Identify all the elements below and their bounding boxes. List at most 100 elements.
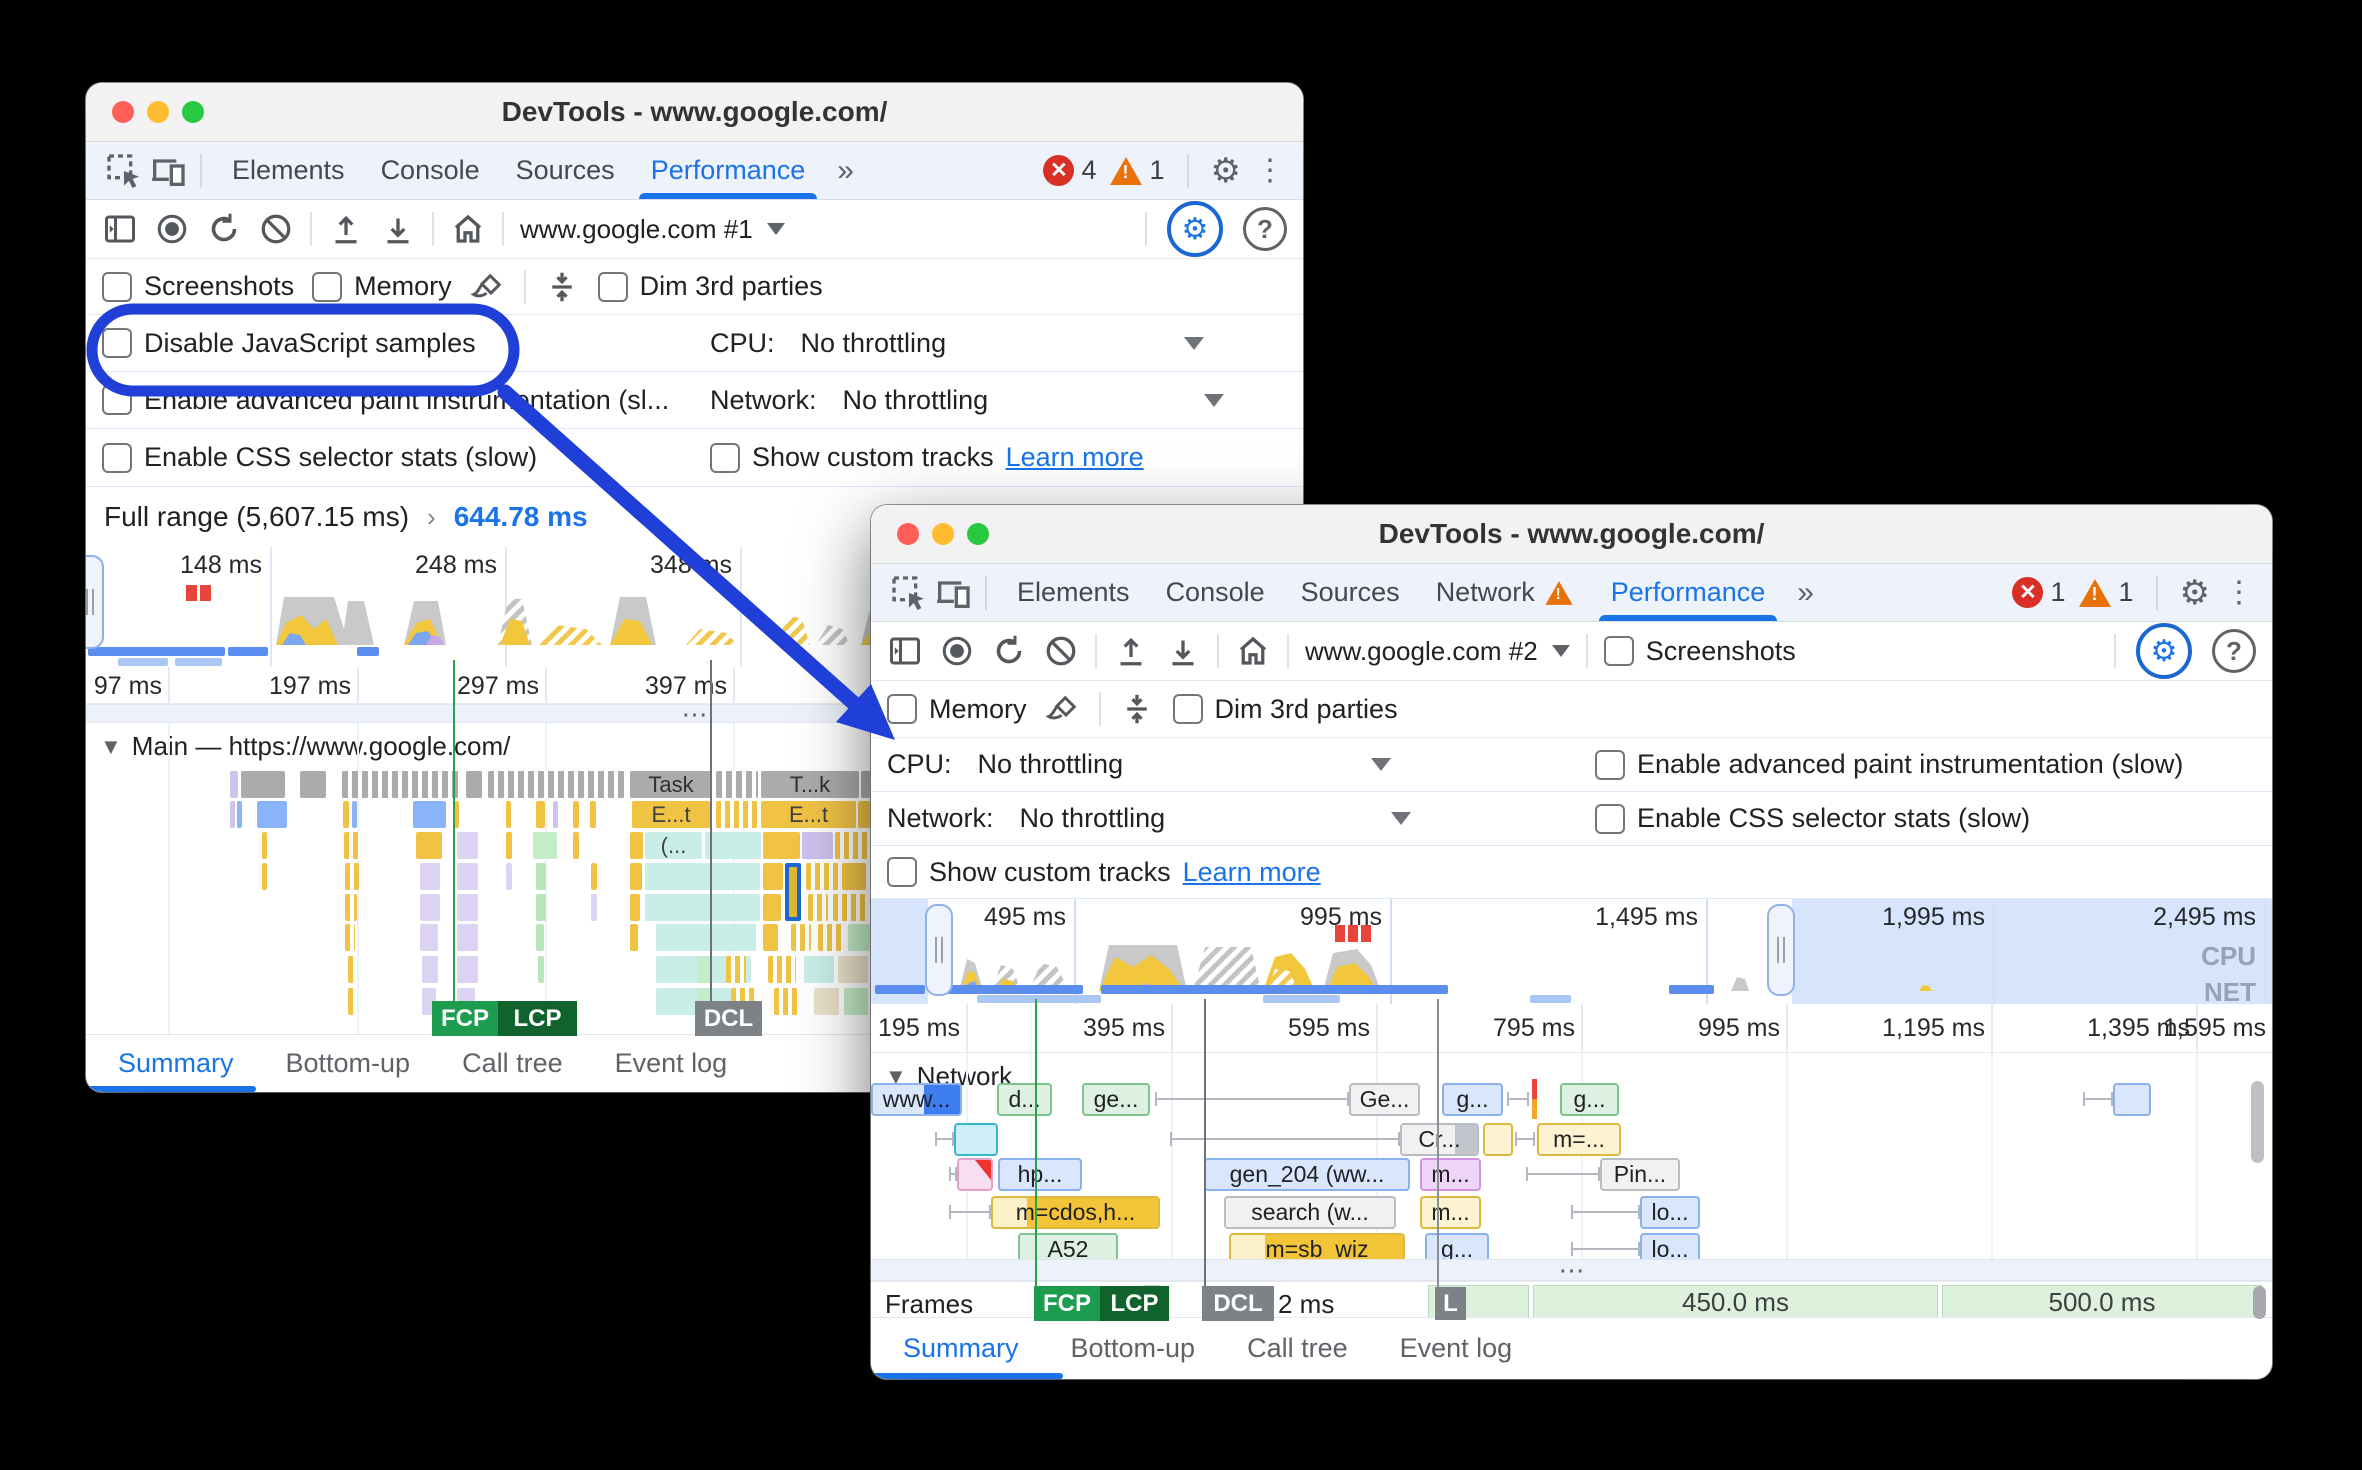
tab-event-log[interactable]: Event log	[1374, 1333, 1539, 1364]
load-profile-icon[interactable]	[328, 211, 364, 247]
network-request[interactable]: ge...	[1082, 1083, 1150, 1116]
tab-elements[interactable]: Elements	[999, 564, 1148, 621]
network-request[interactable]: gen_204 (ww...	[1204, 1158, 1410, 1191]
tab-network[interactable]: Network	[1418, 564, 1593, 621]
help-icon[interactable]: ?	[1243, 207, 1287, 251]
target-selector[interactable]: www.google.com #2	[1305, 636, 1570, 667]
scrollbar-thumb[interactable]	[2253, 1286, 2266, 1319]
tab-console[interactable]: Console	[363, 142, 498, 199]
warning-badge[interactable]: 1	[1110, 155, 1164, 186]
inspect-icon[interactable]	[889, 573, 929, 613]
selected-event[interactable]	[785, 863, 801, 921]
disable-js-samples-checkbox[interactable]: Disable JavaScript samples	[102, 328, 476, 359]
learn-more-link[interactable]: Learn more	[1006, 442, 1144, 473]
network-request[interactable]: m...	[1420, 1196, 1481, 1229]
network-request[interactable]: www...	[871, 1083, 962, 1116]
device-toolbar-icon[interactable]	[148, 151, 188, 191]
anonymous-fn-bar[interactable]: (...	[645, 832, 702, 859]
more-tabs-icon[interactable]: »	[827, 154, 864, 188]
task-bar[interactable]: T...k	[761, 771, 859, 798]
pane-splitter[interactable]: ⋯	[871, 1259, 2272, 1281]
memory-checkbox[interactable]: Memory	[312, 271, 452, 302]
record-icon[interactable]	[939, 633, 975, 669]
timeline-overview[interactable]: 495 ms995 ms1,495 ms1,995 ms2,495 msCPUN…	[871, 899, 2272, 1004]
network-request[interactable]: lo...	[1640, 1233, 1700, 1259]
show-custom-tracks-checkbox[interactable]: Show custom tracks Learn more	[710, 442, 1144, 473]
garbage-collect-icon[interactable]	[470, 269, 506, 305]
paint-instrumentation-checkbox[interactable]: Enable advanced paint instrumentation (s…	[1595, 749, 2183, 780]
record-icon[interactable]	[154, 211, 190, 247]
network-request[interactable]: g...	[1425, 1233, 1489, 1259]
minimize-button[interactable]	[147, 101, 169, 123]
cpu-throttle-select[interactable]: CPU: No throttling	[710, 328, 946, 359]
warning-badge[interactable]: 1	[2079, 577, 2133, 608]
tab-event-log[interactable]: Event log	[589, 1048, 754, 1079]
network-track[interactable]: ▼ Network www...d...ge...Ge...g...g...Cr…	[871, 1053, 2272, 1259]
dim-3rd-parties-checkbox[interactable]: Dim 3rd parties	[598, 271, 823, 302]
css-selector-stats-checkbox[interactable]: Enable CSS selector stats (slow)	[1595, 803, 2030, 834]
network-request[interactable]: g...	[1442, 1083, 1503, 1116]
dim-3rd-parties-checkbox[interactable]: Dim 3rd parties	[1173, 694, 1398, 725]
save-profile-icon[interactable]	[1165, 633, 1201, 669]
zoom-button[interactable]	[182, 101, 204, 123]
range-handle-left[interactable]	[86, 555, 104, 649]
network-request[interactable]: d...	[997, 1083, 1052, 1116]
network-request[interactable]: m=cdos,h...	[991, 1196, 1160, 1229]
toggle-sidebar-icon[interactable]	[102, 211, 138, 247]
tab-call-tree[interactable]: Call tree	[436, 1048, 589, 1079]
task-bar[interactable]: Task	[630, 771, 712, 798]
range-handle-left[interactable]	[925, 904, 953, 996]
network-request[interactable]	[957, 1158, 993, 1191]
tab-call-tree[interactable]: Call tree	[1221, 1333, 1374, 1364]
network-request[interactable]: hp...	[998, 1158, 1082, 1191]
network-request[interactable]	[2113, 1083, 2151, 1116]
close-button[interactable]	[897, 523, 919, 545]
device-toolbar-icon[interactable]	[933, 573, 973, 613]
screenshots-checkbox[interactable]: Screenshots	[1604, 636, 1796, 667]
frame-segment[interactable]: 500.0 ms	[1942, 1285, 2262, 1320]
capture-settings-gear-icon[interactable]: ⚙	[2136, 623, 2192, 679]
reload-and-record-icon[interactable]	[206, 211, 242, 247]
clear-icon[interactable]	[1043, 633, 1079, 669]
network-request[interactable]: m=...	[1537, 1123, 1621, 1156]
network-request[interactable]: m...	[1420, 1158, 1481, 1191]
network-request[interactable]: Pin...	[1600, 1158, 1680, 1191]
full-range-label[interactable]: Full range (5,607.15 ms)	[104, 501, 409, 533]
network-request[interactable]	[1483, 1123, 1513, 1156]
css-selector-stats-checkbox[interactable]: Enable CSS selector stats (slow)	[102, 442, 537, 473]
screenshots-checkbox[interactable]: Screenshots	[102, 271, 294, 302]
network-throttle-select[interactable]: Network: No throttling	[887, 803, 1165, 834]
collapse-icon[interactable]	[544, 269, 580, 305]
memory-checkbox[interactable]: Memory	[887, 694, 1027, 725]
home-icon[interactable]	[450, 211, 486, 247]
settings-gear-icon[interactable]: ⚙	[1211, 154, 1241, 188]
range-handle-right[interactable]	[1767, 904, 1795, 996]
tab-summary[interactable]: Summary	[92, 1048, 260, 1079]
cpu-throttle-select[interactable]: CPU: No throttling	[887, 749, 1123, 780]
network-request[interactable]: g...	[1560, 1083, 1619, 1116]
network-request[interactable]: Ge...	[1349, 1083, 1420, 1116]
frame-segment[interactable]: 450.0 ms	[1533, 1285, 1938, 1320]
inspect-icon[interactable]	[104, 151, 144, 191]
tab-console[interactable]: Console	[1148, 564, 1283, 621]
evaluate-script-bar[interactable]: E...t	[761, 801, 856, 828]
tab-performance[interactable]: Performance	[1593, 564, 1784, 621]
network-request[interactable]	[954, 1123, 998, 1156]
scrollbar-thumb[interactable]	[2251, 1081, 2264, 1163]
network-request[interactable]: m=sb_wiz	[1229, 1233, 1405, 1259]
kebab-menu-icon[interactable]: ⋮	[1255, 156, 1285, 186]
network-request[interactable]: lo...	[1640, 1196, 1700, 1229]
save-profile-icon[interactable]	[380, 211, 416, 247]
learn-more-link[interactable]: Learn more	[1183, 857, 1321, 888]
network-request[interactable]: search (w...	[1224, 1196, 1396, 1229]
home-icon[interactable]	[1235, 633, 1271, 669]
network-request[interactable]: Cr...	[1400, 1123, 1479, 1156]
collapse-icon[interactable]	[1119, 691, 1155, 727]
error-badge[interactable]: ✕ 4	[1043, 155, 1096, 186]
garbage-collect-icon[interactable]	[1045, 691, 1081, 727]
tab-bottom-up[interactable]: Bottom-up	[1045, 1333, 1222, 1364]
kebab-menu-icon[interactable]: ⋮	[2224, 578, 2254, 608]
capture-settings-gear-icon[interactable]: ⚙	[1167, 201, 1223, 257]
show-custom-tracks-checkbox[interactable]: Show custom tracks Learn more	[887, 857, 1321, 888]
toggle-sidebar-icon[interactable]	[887, 633, 923, 669]
